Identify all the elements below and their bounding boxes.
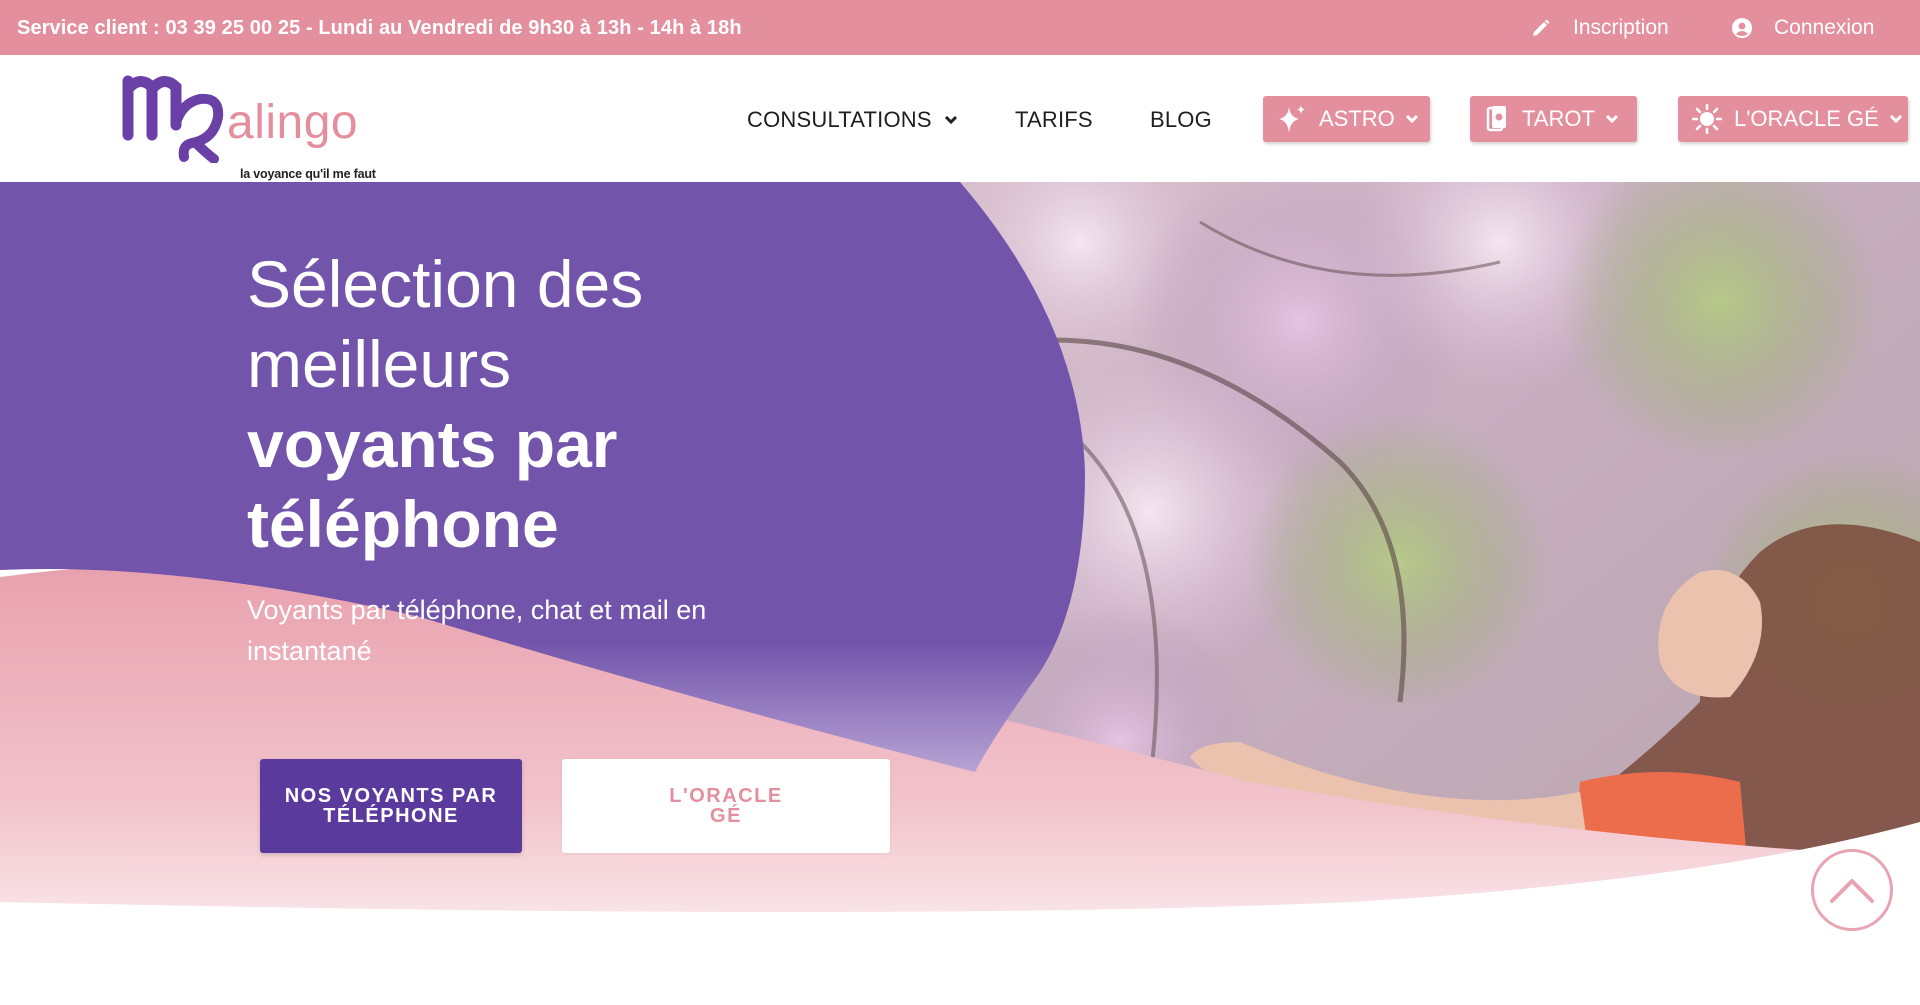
hero-title-line3: voyants par	[247, 407, 618, 481]
scroll-to-top-button[interactable]	[1811, 849, 1893, 931]
hero-title: Sélection des meilleurs voyants par télé…	[247, 244, 643, 564]
chevron-down-icon	[1605, 114, 1618, 124]
inscription-label: Inscription	[1573, 16, 1669, 39]
malingo-logo[interactable]: alingo la voyance qu'il me faut	[122, 73, 392, 181]
top-info-bar: Service client : 03 39 25 00 25 - Lundi …	[0, 0, 1920, 55]
hero-subtitle: Voyants par téléphone, chat et mail en i…	[247, 595, 707, 666]
nav-oracle-button[interactable]: L'ORACLE GÉ	[1678, 96, 1908, 142]
tarot-card-icon	[1486, 106, 1506, 132]
logo-tagline: la voyance qu'il me faut	[240, 167, 376, 181]
pencil-icon	[1533, 19, 1550, 36]
hero-section: Sélection des meilleurs voyants par télé…	[0, 182, 1920, 1005]
nos-voyants-label-line1: NOS VOYANTS PAR	[284, 785, 498, 807]
logo-wordmark: alingo	[227, 96, 359, 149]
oracle-ge-label-line2: GÉ	[710, 805, 742, 827]
chevron-down-icon	[1405, 114, 1418, 124]
connexion-label: Connexion	[1774, 16, 1875, 39]
user-circle-icon	[1732, 18, 1752, 38]
sun-icon	[1692, 104, 1722, 134]
customer-service-text: Service client : 03 39 25 00 25 - Lundi …	[17, 17, 742, 39]
nav-tarot-label: TAROT	[1522, 106, 1595, 131]
nav-blog[interactable]: BLOG	[1150, 107, 1212, 133]
nav-tarifs[interactable]: TARIFS	[1015, 107, 1093, 133]
nav-consultations-label: CONSULTATIONS	[747, 107, 932, 132]
hero-title-line1: Sélection des	[247, 247, 644, 321]
nav-tarot-button[interactable]: TAROT	[1470, 96, 1637, 142]
connexion-link[interactable]: Connexion	[1732, 16, 1874, 40]
main-header: alingo la voyance qu'il me faut CONSULTA…	[0, 55, 1920, 182]
oracle-ge-button[interactable]: L'ORACLE GÉ	[562, 759, 890, 853]
inscription-link[interactable]: Inscription	[1531, 16, 1669, 40]
chevron-up-icon	[1830, 879, 1874, 903]
nav-consultations[interactable]: CONSULTATIONS	[747, 107, 958, 133]
hero-title-line4: téléphone	[247, 487, 559, 561]
nav-oracle-label: L'ORACLE GÉ	[1734, 106, 1879, 131]
nos-voyants-label-line2: TÉLÉPHONE	[323, 805, 459, 827]
logo-m-mark	[122, 75, 224, 163]
sparkle-icon	[1279, 105, 1305, 133]
chevron-down-icon	[944, 115, 957, 125]
nav-astro-label: ASTRO	[1319, 106, 1395, 131]
chevron-down-icon	[1889, 114, 1902, 124]
oracle-ge-label-line1: L'ORACLE	[669, 785, 783, 807]
hero-title-line2: meilleurs	[247, 327, 512, 401]
nos-voyants-button[interactable]: NOS VOYANTS PAR TÉLÉPHONE	[260, 759, 522, 853]
nav-astro-button[interactable]: ASTRO	[1263, 96, 1430, 142]
